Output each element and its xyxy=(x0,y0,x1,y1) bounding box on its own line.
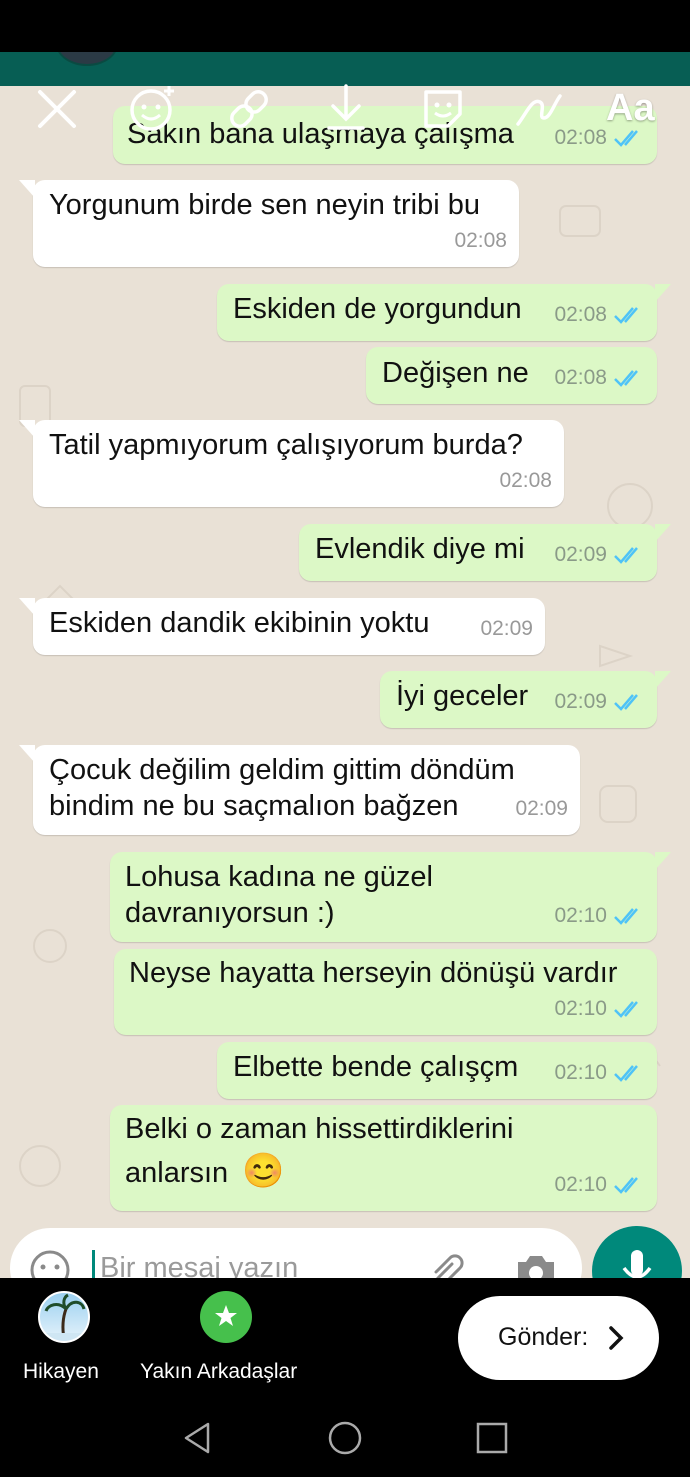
close-icon[interactable] xyxy=(32,84,82,134)
message-time: 02:10 xyxy=(554,1061,607,1084)
recents-nav-icon[interactable] xyxy=(474,1420,510,1456)
message-bubble-out[interactable]: Evlendik diye mi 02:09 xyxy=(299,524,671,581)
read-ticks-icon xyxy=(614,546,638,564)
close-friends-label[interactable]: Yakın Arkadaşlar xyxy=(140,1360,297,1384)
bubble-tail xyxy=(655,852,671,870)
message-time: 02:10 xyxy=(554,997,607,1020)
message-text: Değişen ne xyxy=(382,357,529,389)
chat-area: Sakın bana ulaşmaya çalışma 02:08 Yorgun… xyxy=(0,86,690,1278)
message-time: 02:10 xyxy=(554,904,607,927)
bubble-tail xyxy=(19,180,35,198)
contact-avatar[interactable] xyxy=(56,52,118,66)
message-bubble-in[interactable]: Tatil yapmıyorum çalışıyorum burda? 02:0… xyxy=(19,420,564,507)
bubble-tail xyxy=(655,284,671,302)
back-nav-icon[interactable] xyxy=(180,1420,216,1456)
message-text-line: Belki o zaman hissettirdiklerini xyxy=(125,1113,514,1145)
message-time: 02:09 xyxy=(480,617,533,640)
message-text: Yorgunum birde sen neyin tribi bu xyxy=(49,189,480,221)
message-text-line: Çocuk değilim geldim gittim döndüm xyxy=(49,754,515,786)
message-meta: 02:10 xyxy=(554,1054,645,1091)
chevron-right-icon xyxy=(609,1326,624,1350)
message-time: 02:08 xyxy=(499,469,552,492)
read-ticks-icon xyxy=(614,369,638,387)
story-avatar[interactable] xyxy=(38,1291,90,1343)
bubble-tail xyxy=(19,598,35,616)
message-text: Eskiden de yorgundun xyxy=(233,293,522,325)
message-text: Elbette bende çalışçm xyxy=(233,1051,519,1083)
read-ticks-icon xyxy=(614,1064,638,1082)
star-icon xyxy=(215,1305,237,1326)
message-meta: 02:08 xyxy=(554,296,645,333)
message-bubble-out[interactable]: Sakın bana ulaşmaya çalışma 02:08 xyxy=(113,106,657,164)
read-ticks-icon xyxy=(614,1000,638,1018)
draw-icon[interactable] xyxy=(514,84,564,134)
message-text: Tatil yapmıyorum çalışıyorum burda? xyxy=(49,429,523,461)
message-time: 02:08 xyxy=(554,366,607,389)
message-time: 02:09 xyxy=(554,543,607,566)
message-meta: 02:10 xyxy=(554,897,645,934)
message-text-line: bindim ne bu saçmalıon bağzen xyxy=(49,790,459,822)
link-icon[interactable] xyxy=(224,84,274,134)
message-time: 02:08 xyxy=(554,303,607,326)
text-icon[interactable]: Aa xyxy=(606,87,655,130)
bubble-tail xyxy=(19,420,35,438)
message-text: Evlendik diye mi xyxy=(315,533,525,565)
message-meta: 02:08 xyxy=(554,359,645,396)
message-time: 02:09 xyxy=(515,797,568,820)
message-meta: 02:09 xyxy=(515,790,568,827)
palm-tree-icon xyxy=(40,1293,88,1341)
read-ticks-icon xyxy=(614,693,638,711)
message-bubble-out[interactable]: Lohusa kadına ne güzel davranıyorsun :) … xyxy=(110,852,671,942)
message-bubble-in[interactable]: Yorgunum birde sen neyin tribi bu 02:08 xyxy=(19,180,519,267)
read-ticks-icon xyxy=(614,129,638,147)
message-text: Eskiden dandik ekibinin yoktu xyxy=(49,607,430,639)
chat-header xyxy=(0,52,690,86)
message-time: 02:08 xyxy=(454,229,507,252)
story-target-label[interactable]: Hikayen xyxy=(23,1360,99,1384)
message-bubble-in[interactable]: Çocuk değilim geldim gittim döndüm bindi… xyxy=(19,745,580,835)
message-bubble-out[interactable]: Değişen ne 02:08 xyxy=(366,347,657,404)
message-meta: 02:09 xyxy=(480,610,533,647)
emoji-sticker-icon[interactable] xyxy=(127,84,177,134)
message-meta: 02:10 xyxy=(554,990,645,1027)
read-ticks-icon xyxy=(614,306,638,324)
message-bubble-out[interactable]: Neyse hayatta herseyin dönüşü vardır 02:… xyxy=(114,949,657,1035)
message-text: Neyse hayatta herseyin dönüşü vardır xyxy=(129,957,618,989)
bubble-tail xyxy=(655,524,671,542)
message-bubble-out[interactable]: Eskiden de yorgundun 02:08 xyxy=(217,284,671,341)
message-text-line: anlarsın xyxy=(125,1157,229,1189)
message-text-line: Lohusa kadına ne güzel xyxy=(125,861,433,893)
message-bubble-out[interactable]: İyi geceler 02:09 xyxy=(380,671,671,728)
read-ticks-icon xyxy=(614,1176,638,1194)
close-friends-button[interactable] xyxy=(200,1291,252,1343)
bubble-tail xyxy=(655,671,671,689)
message-text: İyi geceler xyxy=(396,680,529,712)
message-bubble-out[interactable]: Elbette bende çalışçm 02:10 xyxy=(217,1042,657,1099)
message-meta: 02:08 xyxy=(499,462,552,499)
home-nav-icon[interactable] xyxy=(327,1420,363,1456)
message-text-line: davranıyorsun :) xyxy=(125,897,335,929)
message-meta: 02:10 xyxy=(554,1166,645,1203)
message-meta: 02:09 xyxy=(554,683,645,720)
message-bubble-out[interactable]: Belki o zaman hissettirdiklerini anlarsı… xyxy=(110,1105,657,1211)
message-meta: 02:09 xyxy=(554,536,645,573)
message-meta: 02:08 xyxy=(454,222,507,259)
send-button-label: Gönder: xyxy=(498,1323,589,1351)
send-button[interactable]: Gönder: xyxy=(458,1296,659,1380)
sticker-icon[interactable] xyxy=(418,84,468,134)
message-time: 02:10 xyxy=(554,1173,607,1196)
status-bar xyxy=(0,0,690,52)
download-icon[interactable] xyxy=(321,84,371,134)
message-bubble-in[interactable]: Eskiden dandik ekibinin yoktu 02:09 xyxy=(19,598,545,655)
message-time: 02:09 xyxy=(554,690,607,713)
bubble-tail xyxy=(19,745,35,763)
smiling-emoji-icon: 😊 xyxy=(242,1152,285,1190)
read-ticks-icon xyxy=(614,907,638,925)
